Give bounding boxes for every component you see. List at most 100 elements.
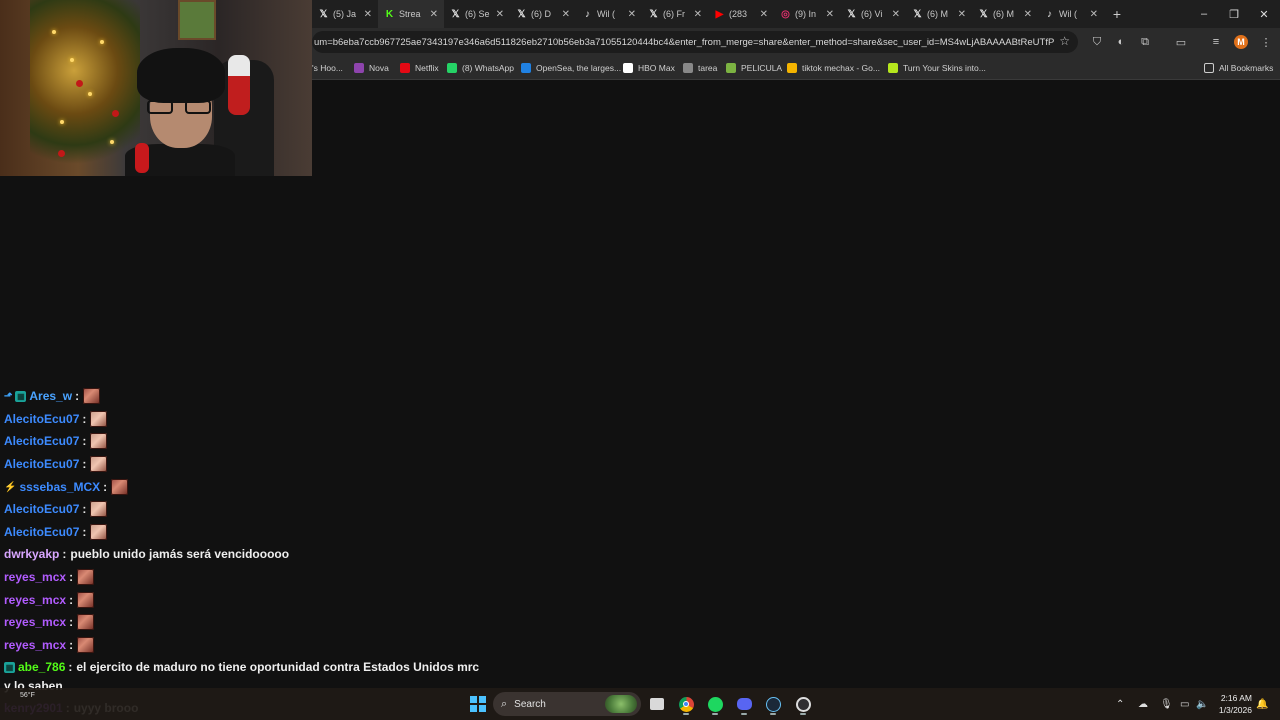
chat-username[interactable]: dwrkyakp — [4, 547, 59, 561]
tab-close-icon[interactable]: ✕ — [496, 9, 504, 20]
bookmark-item[interactable]: tarea — [683, 56, 717, 80]
tab-close-icon[interactable]: ✕ — [694, 9, 702, 20]
chat-username[interactable]: AlecitoEcu07 — [4, 434, 79, 448]
discord-icon[interactable] — [735, 692, 753, 716]
browser-tab[interactable]: ▶ (283 ✕ — [708, 0, 774, 28]
bookmark-item[interactable]: OpenSea, the larges... — [521, 56, 621, 80]
hbo-icon — [623, 63, 633, 73]
browser-tab[interactable]: K Strea ✕ — [378, 0, 444, 28]
bookmark-item[interactable]: Nova — [354, 56, 389, 80]
chat-username[interactable]: abe_786 — [18, 660, 65, 674]
face-emote-alt — [90, 433, 108, 449]
browser-tab[interactable]: 𝕏 (5) Ja ✕ — [312, 0, 378, 28]
browser-tab[interactable]: 𝕏 (6) Vi ✕ — [840, 0, 906, 28]
bookmark-item[interactable]: 's Hoo... — [312, 56, 343, 80]
opensea-icon — [521, 63, 531, 73]
onedrive-icon[interactable]: ☁ — [1138, 688, 1148, 720]
chat-username[interactable]: AlecitoEcu07 — [4, 525, 79, 539]
fire-badge-icon: ⚡ — [4, 481, 17, 493]
taskbar-search[interactable]: ⌕ Search — [493, 692, 641, 716]
chat-message: ▦ abe_786: el ejercito de maduro no tiene … — [4, 657, 479, 677]
all-bookmarks-label: All Bookmarks — [1219, 63, 1274, 73]
bookmark-item[interactable]: Turn Your Skins into... — [888, 56, 986, 80]
x-icon: 𝕏 — [913, 8, 922, 20]
chat-separator: : — [69, 570, 74, 584]
steam-icon[interactable] — [764, 692, 782, 716]
bookmark-label: 's Hoo... — [312, 63, 343, 73]
notification-bell-icon[interactable]: 🔔 — [1256, 688, 1268, 720]
chat-username[interactable]: reyes_mcx — [4, 638, 66, 652]
x-icon: 𝕏 — [847, 8, 856, 20]
chat-separator: : — [69, 615, 74, 629]
chat-separator: : — [103, 480, 108, 494]
tab-close-icon[interactable]: ✕ — [958, 9, 966, 20]
tab-close-icon[interactable]: ✕ — [892, 9, 900, 20]
chat-username[interactable]: AlecitoEcu07 — [4, 412, 79, 426]
maximize-button[interactable]: ❐ — [1218, 0, 1250, 28]
browser-tab[interactable]: ♪ Wil (✕ — [1038, 0, 1104, 28]
media-controls-icon[interactable]: ≡ — [1207, 33, 1225, 51]
browser-tab[interactable]: 𝕏 (6) D ✕ — [510, 0, 576, 28]
browser-tab[interactable]: ◎ (9) In ✕ — [774, 0, 840, 28]
bookmark-item[interactable]: Netflix — [400, 56, 439, 80]
tab-close-icon[interactable]: ✕ — [430, 9, 438, 20]
address-bar[interactable]: um=b6eba7ccb967725ae7343197e346a6d511826… — [312, 31, 1078, 53]
tab-close-icon[interactable]: ✕ — [826, 9, 834, 20]
all-bookmarks-button[interactable]: All Bookmarks — [1204, 56, 1273, 80]
chat-message: AlecitoEcu07: — [4, 409, 108, 429]
pelicula-icon — [726, 63, 736, 73]
chat-username[interactable]: reyes_mcx — [4, 570, 66, 584]
bookmark-item[interactable]: PELICULA — [726, 56, 782, 80]
extension-icon[interactable]: ◐ — [1112, 33, 1130, 51]
bookmark-item[interactable]: tiktok mechax - Go... — [787, 56, 880, 80]
chat-separator: : — [69, 593, 74, 607]
weather-widget[interactable]: 56°F — [20, 692, 35, 699]
face-emote — [77, 637, 95, 653]
tab-close-icon[interactable]: ✕ — [364, 9, 372, 20]
browser-tab[interactable]: 𝕏 (6) M ✕ — [972, 0, 1038, 28]
face-emote-alt — [90, 501, 108, 517]
grinch-poster — [178, 0, 216, 40]
new-tab-button[interactable]: + — [1104, 0, 1130, 28]
bookmark-label: Netflix — [415, 63, 439, 73]
network-icon[interactable]: ▭ — [1180, 688, 1189, 720]
bookmark-item[interactable]: (8) WhatsApp — [447, 56, 514, 80]
close-window-button[interactable]: ✕ — [1248, 0, 1280, 28]
volume-icon[interactable]: 🔈 — [1196, 688, 1208, 720]
chrome-icon[interactable] — [676, 692, 696, 716]
chat-username[interactable]: reyes_mcx — [4, 593, 66, 607]
streamer — [125, 48, 235, 176]
puzzle-extensions-icon[interactable]: ⧉ — [1136, 33, 1154, 51]
face-emote-alt — [90, 411, 108, 427]
shield-extension-icon[interactable]: ⛉ — [1088, 33, 1106, 51]
file-explorer-icon[interactable] — [648, 692, 666, 716]
browser-tab[interactable]: 𝕏 (6) Se ✕ — [444, 0, 510, 28]
chat-username[interactable]: Ares_w — [29, 389, 72, 403]
url-text[interactable]: um=b6eba7ccb967725ae7343197e346a6d511826… — [314, 37, 1054, 48]
bookmark-item[interactable]: HBO Max — [623, 56, 675, 80]
chat-username[interactable]: AlecitoEcu07 — [4, 502, 79, 516]
clock[interactable]: 2:16 AM 1/3/2026 — [1219, 692, 1252, 716]
browser-tab[interactable]: ♪ Wil (✕ — [576, 0, 642, 28]
tab-close-icon[interactable]: ✕ — [1024, 9, 1032, 20]
bookmark-star-icon[interactable]: ☆ — [1059, 34, 1070, 48]
minimize-button[interactable]: – — [1188, 0, 1220, 28]
browser-tab[interactable]: 𝕏 (6) Fr ✕ — [642, 0, 708, 28]
cast-icon[interactable]: ▭ — [1172, 33, 1190, 51]
tab-close-icon[interactable]: ✕ — [1090, 9, 1098, 20]
obs-icon[interactable] — [794, 692, 812, 716]
profile-avatar[interactable]: M — [1232, 33, 1250, 51]
windows-start-icon[interactable] — [468, 692, 488, 716]
tab-close-icon[interactable]: ✕ — [562, 9, 570, 20]
tab-close-icon[interactable]: ✕ — [628, 9, 636, 20]
chat-username[interactable]: AlecitoEcu07 — [4, 457, 79, 471]
menu-kebab-icon[interactable]: ⋮ — [1257, 33, 1275, 51]
show-hidden-icons[interactable]: ⌃ — [1116, 688, 1124, 720]
bookmark-label: (8) WhatsApp — [462, 63, 514, 73]
chat-username[interactable]: sssebas_MCX — [19, 480, 100, 494]
chat-username[interactable]: reyes_mcx — [4, 615, 66, 629]
tab-close-icon[interactable]: ✕ — [760, 9, 768, 20]
spotify-icon[interactable] — [706, 692, 724, 716]
browser-tab[interactable]: 𝕏 (6) M ✕ — [906, 0, 972, 28]
microphone-icon[interactable]: 🎙 — [1160, 688, 1173, 720]
